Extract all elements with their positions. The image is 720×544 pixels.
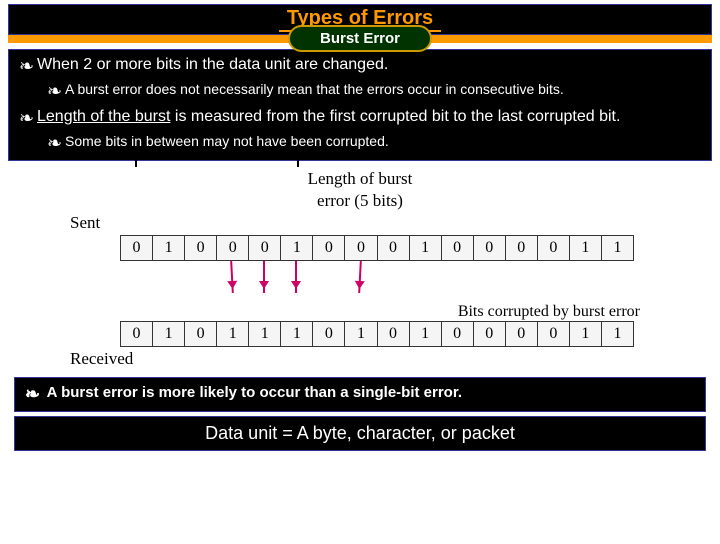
bullet-icon: ❧	[25, 384, 43, 405]
bottom-1-text: A burst error is more likely to occur th…	[47, 384, 462, 401]
bit-cell: 1	[153, 322, 185, 346]
arrow-icon	[295, 261, 297, 293]
slide: Types of Errors Burst Error ❧When 2 or m…	[0, 4, 720, 544]
bit-cell: 0	[442, 236, 474, 260]
bit-cell: 0	[121, 322, 153, 346]
bit-cell: 0	[506, 236, 538, 260]
bit-cell: 0	[345, 236, 377, 260]
bit-cell: 0	[217, 236, 249, 260]
bottom-box-1: ❧ A burst error is more likely to occur …	[14, 377, 706, 412]
bullet-icon: ❧	[47, 81, 65, 102]
bit-cell: 0	[249, 236, 281, 260]
bit-cell: 0	[185, 322, 217, 346]
bit-cell: 1	[217, 322, 249, 346]
bit-cell: 1	[410, 236, 442, 260]
bottom-box-2: Data unit = A byte, character, or packet	[14, 416, 706, 451]
bit-cell: 1	[602, 322, 633, 346]
bullet-2-rest: is measured from the first corrupted bit…	[170, 108, 620, 125]
bit-cell: 0	[185, 236, 217, 260]
bit-cell: 1	[281, 322, 313, 346]
accent-band: Burst Error	[8, 35, 712, 43]
sent-label: Sent	[70, 213, 680, 233]
brace-label-2: error (5 bits)	[40, 191, 680, 211]
bullet-icon: ❧	[47, 133, 65, 154]
bit-cell: 0	[378, 236, 410, 260]
brace-label-1: Length of burst	[40, 169, 680, 189]
bullet-icon: ❧	[19, 56, 37, 77]
bullet-1a-text: A burst error does not necessarily mean …	[65, 81, 695, 97]
bit-cell: 0	[442, 322, 474, 346]
bullet-icon: ❧	[19, 108, 37, 129]
arrow-icon	[263, 261, 265, 293]
bit-cell: 1	[153, 236, 185, 260]
corrupt-label: Bits corrupted by burst error	[40, 303, 640, 321]
bullet-2: ❧Length of the burst is measured from th…	[19, 108, 701, 129]
brace-icon	[135, 151, 299, 167]
bullet-2a-text: Some bits in between may not have been c…	[65, 133, 695, 149]
bit-cell: 1	[570, 322, 602, 346]
bit-cell: 1	[249, 322, 281, 346]
subtitle: Burst Error	[288, 25, 432, 52]
bit-cell: 0	[121, 236, 153, 260]
arrow-icon	[358, 261, 362, 293]
bit-cell: 0	[313, 322, 345, 346]
arrow-icon	[230, 261, 234, 293]
bit-cell: 0	[378, 322, 410, 346]
bit-cell: 1	[410, 322, 442, 346]
bit-cell: 0	[313, 236, 345, 260]
bit-cell: 1	[570, 236, 602, 260]
bullet-2-text: Length of the burst is measured from the…	[37, 108, 695, 126]
bit-cell: 0	[538, 322, 570, 346]
bit-cell: 1	[345, 322, 377, 346]
bullet-2-underline: Length of the burst	[37, 108, 170, 125]
recv-label: Received	[70, 349, 680, 369]
bit-cell: 0	[474, 322, 506, 346]
bit-cell: 0	[506, 322, 538, 346]
bullet-1a: ❧A burst error does not necessarily mean…	[47, 81, 701, 102]
arrows	[120, 261, 632, 301]
recv-bits-row: 0101110101000011	[120, 321, 634, 347]
bullet-1-text: When 2 or more bits in the data unit are…	[37, 56, 695, 74]
bit-cell: 0	[538, 236, 570, 260]
bit-cell: 1	[281, 236, 313, 260]
burst-diagram: Length of burst error (5 bits) Sent 0100…	[40, 169, 680, 369]
bit-cell: 0	[474, 236, 506, 260]
content-box-1: ❧When 2 or more bits in the data unit ar…	[8, 49, 712, 161]
bit-cell: 1	[602, 236, 633, 260]
sent-bits-row: 0100010001000011	[120, 235, 634, 261]
bullet-1: ❧When 2 or more bits in the data unit ar…	[19, 56, 701, 77]
